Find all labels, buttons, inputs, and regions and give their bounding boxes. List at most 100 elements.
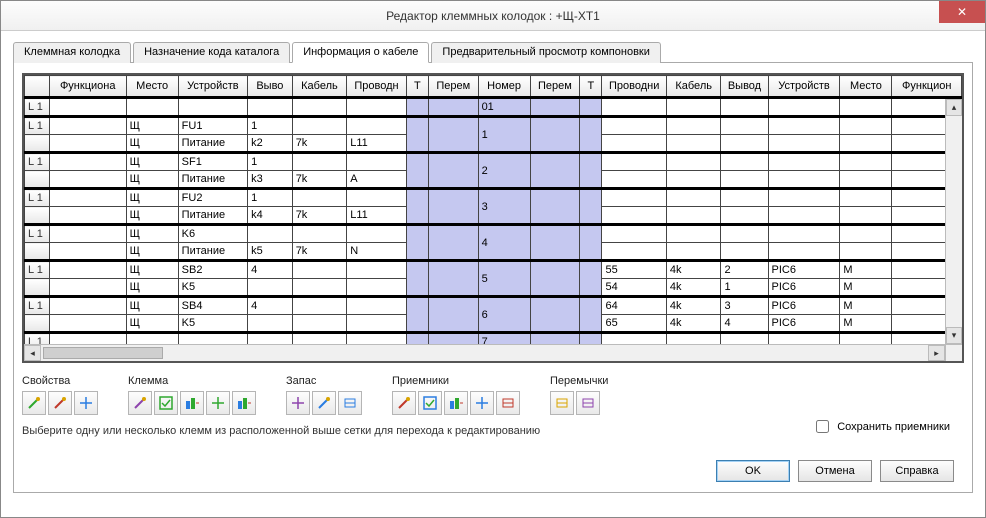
cell[interactable]: k5 — [248, 243, 293, 261]
column-header[interactable]: Перем — [530, 76, 580, 98]
cell[interactable] — [721, 153, 768, 171]
grid[interactable]: ФункционаМестоУстройствВывоКабельПроводн… — [22, 73, 964, 363]
jumper-cell[interactable] — [580, 117, 602, 153]
cell[interactable] — [49, 261, 126, 279]
row-header[interactable]: L 1 — [25, 153, 50, 171]
columns-icon[interactable] — [312, 391, 336, 415]
cell[interactable] — [602, 225, 666, 243]
cell[interactable] — [768, 171, 840, 189]
cell[interactable]: 1 — [248, 153, 293, 171]
cell[interactable] — [347, 261, 406, 279]
cell[interactable]: Щ — [126, 207, 178, 225]
cell[interactable]: M — [840, 297, 892, 315]
cell[interactable]: Щ — [126, 279, 178, 297]
cell[interactable]: 7k — [292, 243, 347, 261]
cell[interactable]: 1 — [248, 117, 293, 135]
column-header[interactable]: Устройств — [768, 76, 840, 98]
terminal-number[interactable]: 5 — [478, 261, 530, 297]
cell[interactable] — [292, 189, 347, 207]
cell[interactable] — [347, 279, 406, 297]
cell[interactable]: Щ — [126, 261, 178, 279]
cell[interactable]: 65 — [602, 315, 666, 333]
gear-arrow-icon[interactable] — [74, 391, 98, 415]
jumper-cell[interactable] — [580, 261, 602, 297]
column-header[interactable]: Выво — [248, 76, 293, 98]
cell[interactable] — [292, 225, 347, 243]
cell[interactable] — [347, 117, 406, 135]
cell[interactable]: Питание — [178, 243, 247, 261]
cell[interactable] — [666, 207, 721, 225]
tab-cable-info[interactable]: Информация о кабеле — [292, 42, 429, 63]
cell[interactable] — [602, 117, 666, 135]
column-header[interactable]: Т — [406, 76, 428, 98]
cell[interactable]: 2 — [721, 261, 768, 279]
column-header[interactable]: Кабель — [666, 76, 721, 98]
cell[interactable] — [347, 315, 406, 333]
cell[interactable] — [768, 207, 840, 225]
cell[interactable] — [602, 135, 666, 153]
terminal-number[interactable]: 01 — [478, 98, 530, 117]
cell[interactable]: FU1 — [178, 117, 247, 135]
tab-layout-preview[interactable]: Предварительный просмотр компоновки — [431, 42, 660, 63]
cell[interactable]: 64 — [602, 297, 666, 315]
cell[interactable] — [178, 98, 247, 117]
cell[interactable] — [840, 135, 892, 153]
jumper-cell[interactable] — [530, 261, 580, 297]
column-header[interactable]: Т — [580, 76, 602, 98]
terminal-number[interactable]: 4 — [478, 225, 530, 261]
cell[interactable]: Питание — [178, 207, 247, 225]
scroll-thumb[interactable] — [43, 347, 163, 359]
cell[interactable]: Щ — [126, 153, 178, 171]
cell[interactable] — [666, 98, 721, 117]
column-header[interactable]: Проводни — [602, 76, 666, 98]
cell[interactable]: Щ — [126, 117, 178, 135]
column-header[interactable]: Вывод — [721, 76, 768, 98]
box-up-icon[interactable] — [392, 391, 416, 415]
cell[interactable] — [49, 153, 126, 171]
cell[interactable]: L11 — [347, 135, 406, 153]
insert-down-icon[interactable] — [286, 391, 310, 415]
cell[interactable]: FU2 — [178, 189, 247, 207]
cell[interactable] — [666, 135, 721, 153]
vertical-scrollbar[interactable]: ▴ ▾ — [945, 99, 962, 344]
cell[interactable] — [49, 297, 126, 315]
tab-terminal-block[interactable]: Клеммная колодка — [13, 42, 131, 63]
cell[interactable] — [248, 279, 293, 297]
box-grid-icon[interactable] — [470, 391, 494, 415]
cell[interactable]: 1 — [721, 279, 768, 297]
cell[interactable]: 4k — [666, 297, 721, 315]
cell[interactable] — [840, 98, 892, 117]
cell[interactable]: k2 — [248, 135, 293, 153]
box-left-icon[interactable] — [444, 391, 468, 415]
row-header[interactable]: L 1 — [25, 225, 50, 243]
cell[interactable]: 4 — [248, 261, 293, 279]
cell[interactable] — [666, 153, 721, 171]
cell[interactable]: 4 — [721, 315, 768, 333]
jumper-cell[interactable] — [406, 117, 428, 153]
cell[interactable]: A — [347, 171, 406, 189]
scroll-down-icon[interactable]: ▾ — [946, 327, 962, 344]
cell[interactable]: M — [840, 261, 892, 279]
cell[interactable]: N — [347, 243, 406, 261]
cell[interactable] — [666, 171, 721, 189]
column-header[interactable] — [25, 76, 50, 98]
cell[interactable]: k4 — [248, 207, 293, 225]
cell[interactable] — [292, 261, 347, 279]
help-button[interactable]: Справка — [880, 460, 954, 482]
cell[interactable]: 7k — [292, 135, 347, 153]
jumper-a-icon[interactable] — [550, 391, 574, 415]
cell[interactable]: SB4 — [178, 297, 247, 315]
jumper-b-icon[interactable] — [576, 391, 600, 415]
jumper-cell[interactable] — [580, 189, 602, 225]
column-header[interactable]: Функциона — [49, 76, 126, 98]
column-header[interactable]: Устройств — [178, 76, 247, 98]
jumper-cell[interactable] — [530, 117, 580, 153]
row-header[interactable]: L 1 — [25, 261, 50, 279]
cell[interactable] — [347, 189, 406, 207]
hash-pencil-icon[interactable] — [128, 391, 152, 415]
column-header[interactable]: Номер — [478, 76, 530, 98]
cell[interactable]: 4k — [666, 279, 721, 297]
cell[interactable] — [840, 153, 892, 171]
cell[interactable]: PIC6 — [768, 261, 840, 279]
cell[interactable]: Щ — [126, 189, 178, 207]
